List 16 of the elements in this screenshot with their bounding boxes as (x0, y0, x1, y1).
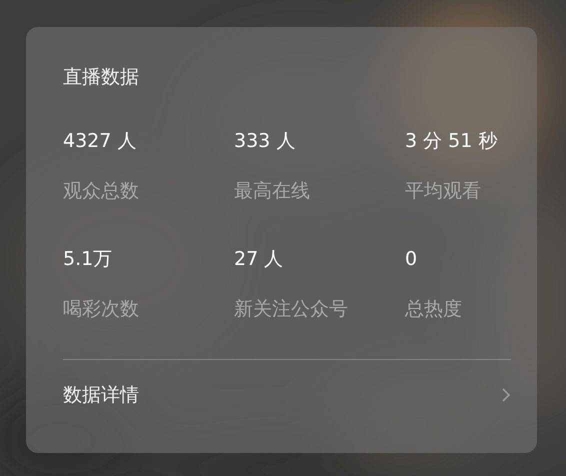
details-row[interactable]: 数据详情 (63, 382, 511, 408)
card-title: 直播数据 (63, 65, 140, 90)
stat-label: 新关注公众号 (234, 297, 348, 322)
stat-label: 最高在线 (234, 179, 310, 204)
stat-label: 观众总数 (63, 179, 139, 204)
stat-value: 27 人 (234, 247, 284, 272)
details-label: 数据详情 (63, 383, 139, 408)
stat-label: 总热度 (405, 297, 462, 322)
stat-label: 喝彩次数 (63, 297, 139, 322)
stat-value: 333 人 (234, 129, 296, 154)
stat-value: 5.1万 (63, 247, 112, 272)
chevron-right-icon (501, 387, 511, 403)
stat-label: 平均观看 (405, 179, 481, 204)
stat-value: 4327 人 (63, 129, 136, 154)
stat-value: 0 (405, 247, 418, 272)
stat-value: 3 分 51 秒 (405, 129, 498, 154)
